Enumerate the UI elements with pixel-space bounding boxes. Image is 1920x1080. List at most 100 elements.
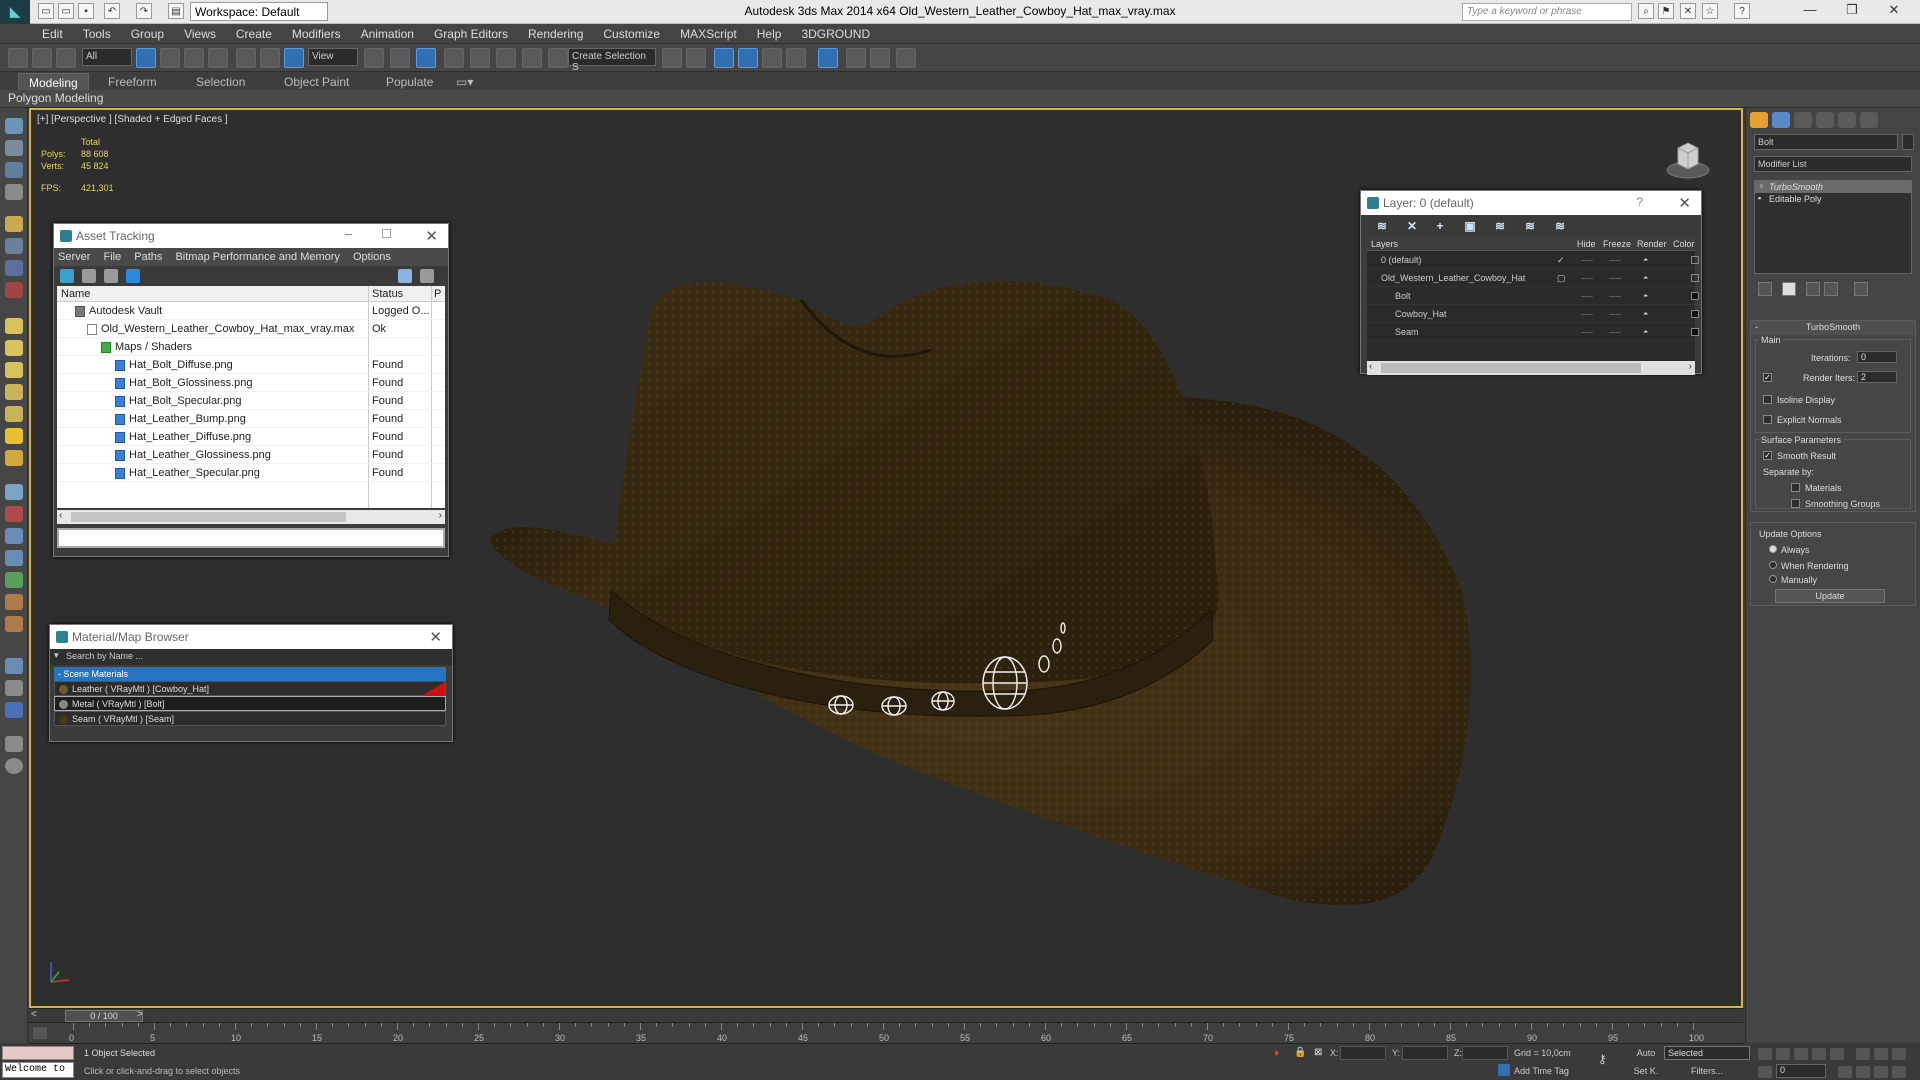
time-slider[interactable]: < 0 / 100 > [29, 1008, 1743, 1022]
material-item-metal[interactable]: Metal ( VRayMtl ) [Bolt] [54, 696, 446, 711]
communication-center-icon[interactable]: ⚑ [1658, 3, 1674, 19]
current-layer-check-icon[interactable]: ✓ [1557, 255, 1565, 266]
menu-3dground[interactable]: 3DGROUND [791, 24, 880, 44]
select-objects-icon[interactable]: ▣ [1463, 219, 1477, 233]
maximize-button[interactable]: ☐ [381, 227, 392, 241]
highlight-layer-icon[interactable]: ≋ [1493, 219, 1507, 233]
render-iters-checkbox[interactable]: ✓ [1763, 373, 1772, 382]
app-logo-icon[interactable]: ◣ [0, 0, 30, 24]
key-mode-icon[interactable] [1758, 1066, 1772, 1078]
asset-tracking-titlebar[interactable]: Asset Tracking – ☐ ✕ [54, 224, 448, 248]
menu-file[interactable]: File [103, 251, 121, 263]
current-frame-field[interactable]: 0 [1776, 1064, 1826, 1078]
camera-icon[interactable] [5, 238, 23, 254]
list-view-icon[interactable] [82, 269, 96, 283]
material-item-seam[interactable]: Seam ( VRayMtl ) [Seam] [54, 711, 446, 726]
key-filters-button[interactable]: Filters... [1664, 1064, 1750, 1078]
turbosmooth-rollout-header[interactable]: - TurboSmooth [1751, 321, 1915, 335]
table-row[interactable]: Hat_Leather_Diffuse.png Found [57, 428, 445, 446]
smooth-result-checkbox[interactable]: ✓ [1763, 451, 1772, 460]
scale-icon[interactable] [284, 48, 304, 68]
zoom-viewport-icon[interactable] [1856, 1048, 1870, 1060]
motion-icon[interactable] [5, 550, 23, 566]
configure-modifier-sets-icon[interactable] [1854, 282, 1868, 296]
scroll-right-icon[interactable]: › [439, 510, 442, 521]
create-layer-icon[interactable]: ≋ [1375, 219, 1389, 233]
selection-filter-dropdown[interactable]: All [82, 48, 132, 66]
column-render[interactable]: Render [1637, 239, 1667, 249]
viewcube-icon[interactable] [1665, 136, 1711, 182]
always-radio[interactable] [1769, 545, 1777, 553]
menu-maxscript[interactable]: MAXScript [670, 24, 747, 44]
table-row[interactable]: Hat_Bolt_Diffuse.png Found [57, 356, 445, 374]
scene-materials-group[interactable]: - Scene Materials [54, 667, 446, 681]
layer-row[interactable]: Seam ---- ---- ◓ [1367, 323, 1699, 341]
update-button[interactable]: Update [1775, 589, 1885, 603]
play-icon[interactable] [1794, 1048, 1808, 1060]
help-icon[interactable]: ? [1636, 195, 1643, 209]
stack-item-turbosmooth[interactable]: ♀ TurboSmooth [1755, 181, 1911, 193]
horizontal-scrollbar[interactable]: ‹ › [57, 510, 445, 524]
close-button[interactable]: ✕ [1880, 2, 1908, 20]
layer-row[interactable]: Cowboy_Hat ---- ---- ◓ [1367, 305, 1699, 323]
hide-all-icon[interactable]: ≋ [1523, 219, 1537, 233]
render-teapot-icon[interactable]: ◓ [1643, 309, 1648, 319]
maximize-button[interactable]: ❐ [1838, 2, 1866, 20]
pin-stack-icon[interactable] [1758, 282, 1772, 296]
redo-icon[interactable]: ↷ [136, 3, 152, 19]
menu-modifiers[interactable]: Modifiers [282, 24, 351, 44]
percent-snap-icon[interactable] [496, 48, 516, 68]
window-crossing-icon[interactable] [208, 48, 228, 68]
column-freeze[interactable]: Freeze [1603, 239, 1631, 249]
pan-icon[interactable] [5, 680, 23, 696]
close-button[interactable]: ✕ [429, 628, 442, 646]
options-icon[interactable] [420, 269, 434, 283]
set-key-button[interactable]: Set K. [1630, 1064, 1662, 1078]
keyword-search-input[interactable]: Type a keyword or phrase [1462, 3, 1632, 21]
next-frame-button-icon[interactable] [1812, 1048, 1826, 1060]
object-color-swatch[interactable] [1902, 134, 1914, 150]
explicit-normals-checkbox[interactable] [1763, 415, 1772, 424]
bind-space-warp-icon[interactable] [56, 48, 76, 68]
search-icon[interactable]: ⌕ [1638, 3, 1654, 19]
track-bar[interactable]: 0 5 10 15 20 25 30 35 40 45 50 55 60 65 70 75 80 85 90 95 10… [29, 1022, 1743, 1044]
column-hide[interactable]: Hide [1577, 239, 1596, 249]
table-row[interactable]: Hat_Bolt_Specular.png Found [57, 392, 445, 410]
table-row[interactable]: Hat_Leather_Specular.png Found [57, 464, 445, 482]
angle-snap-icon[interactable] [470, 48, 490, 68]
table-row[interactable]: Autodesk Vault Logged O... [57, 302, 445, 320]
show-end-result-icon[interactable] [1782, 282, 1796, 296]
render-teapot-icon[interactable]: ◓ [1643, 327, 1648, 337]
scrollbar-thumb[interactable] [71, 512, 346, 522]
delete-layer-icon[interactable]: ✕ [1405, 219, 1419, 233]
create-tab-icon[interactable] [1750, 112, 1768, 128]
column-name[interactable]: Name [61, 288, 90, 300]
layer-manager-titlebar[interactable]: Layer: 0 (default) ? ✕ [1361, 191, 1701, 215]
viewport-label[interactable]: [+] [Perspective ] [Shaded + Edged Faces… [37, 114, 228, 125]
curve-editor-icon[interactable] [786, 48, 806, 68]
mirror-icon[interactable] [662, 48, 682, 68]
remove-modifier-icon[interactable] [1824, 282, 1838, 296]
select-object-icon[interactable] [136, 48, 156, 68]
scene-icon[interactable] [5, 162, 23, 178]
layer-manager-icon[interactable] [738, 48, 758, 68]
graphite-toggle-icon[interactable] [762, 48, 782, 68]
menu-tools[interactable]: Tools [73, 24, 121, 44]
minimize-button[interactable]: — [1796, 2, 1824, 20]
rendered-frame-window-icon[interactable] [870, 48, 890, 68]
material-browser-titlebar[interactable]: Material/Map Browser ✕ [50, 625, 452, 649]
previous-frame-icon[interactable] [1776, 1048, 1790, 1060]
x-coordinate-field[interactable] [1340, 1046, 1386, 1060]
select-manipulate-icon[interactable] [390, 48, 410, 68]
column-status[interactable]: Status [372, 288, 403, 300]
time-tag-icon[interactable] [1498, 1064, 1510, 1076]
hierarchy-tab-icon[interactable] [1794, 112, 1812, 128]
horizontal-scrollbar[interactable]: ‹ › [1367, 361, 1695, 375]
rotate-icon[interactable] [260, 48, 280, 68]
motion-tab-icon[interactable] [1816, 112, 1834, 128]
save-icon[interactable]: ▪ [78, 3, 94, 19]
help-icon[interactable] [398, 269, 412, 283]
scroll-left-icon[interactable]: ‹ [59, 510, 62, 521]
stack-item-editable-poly[interactable]: ▪ Editable Poly [1755, 193, 1911, 205]
add-to-layer-icon[interactable]: + [1433, 219, 1447, 233]
